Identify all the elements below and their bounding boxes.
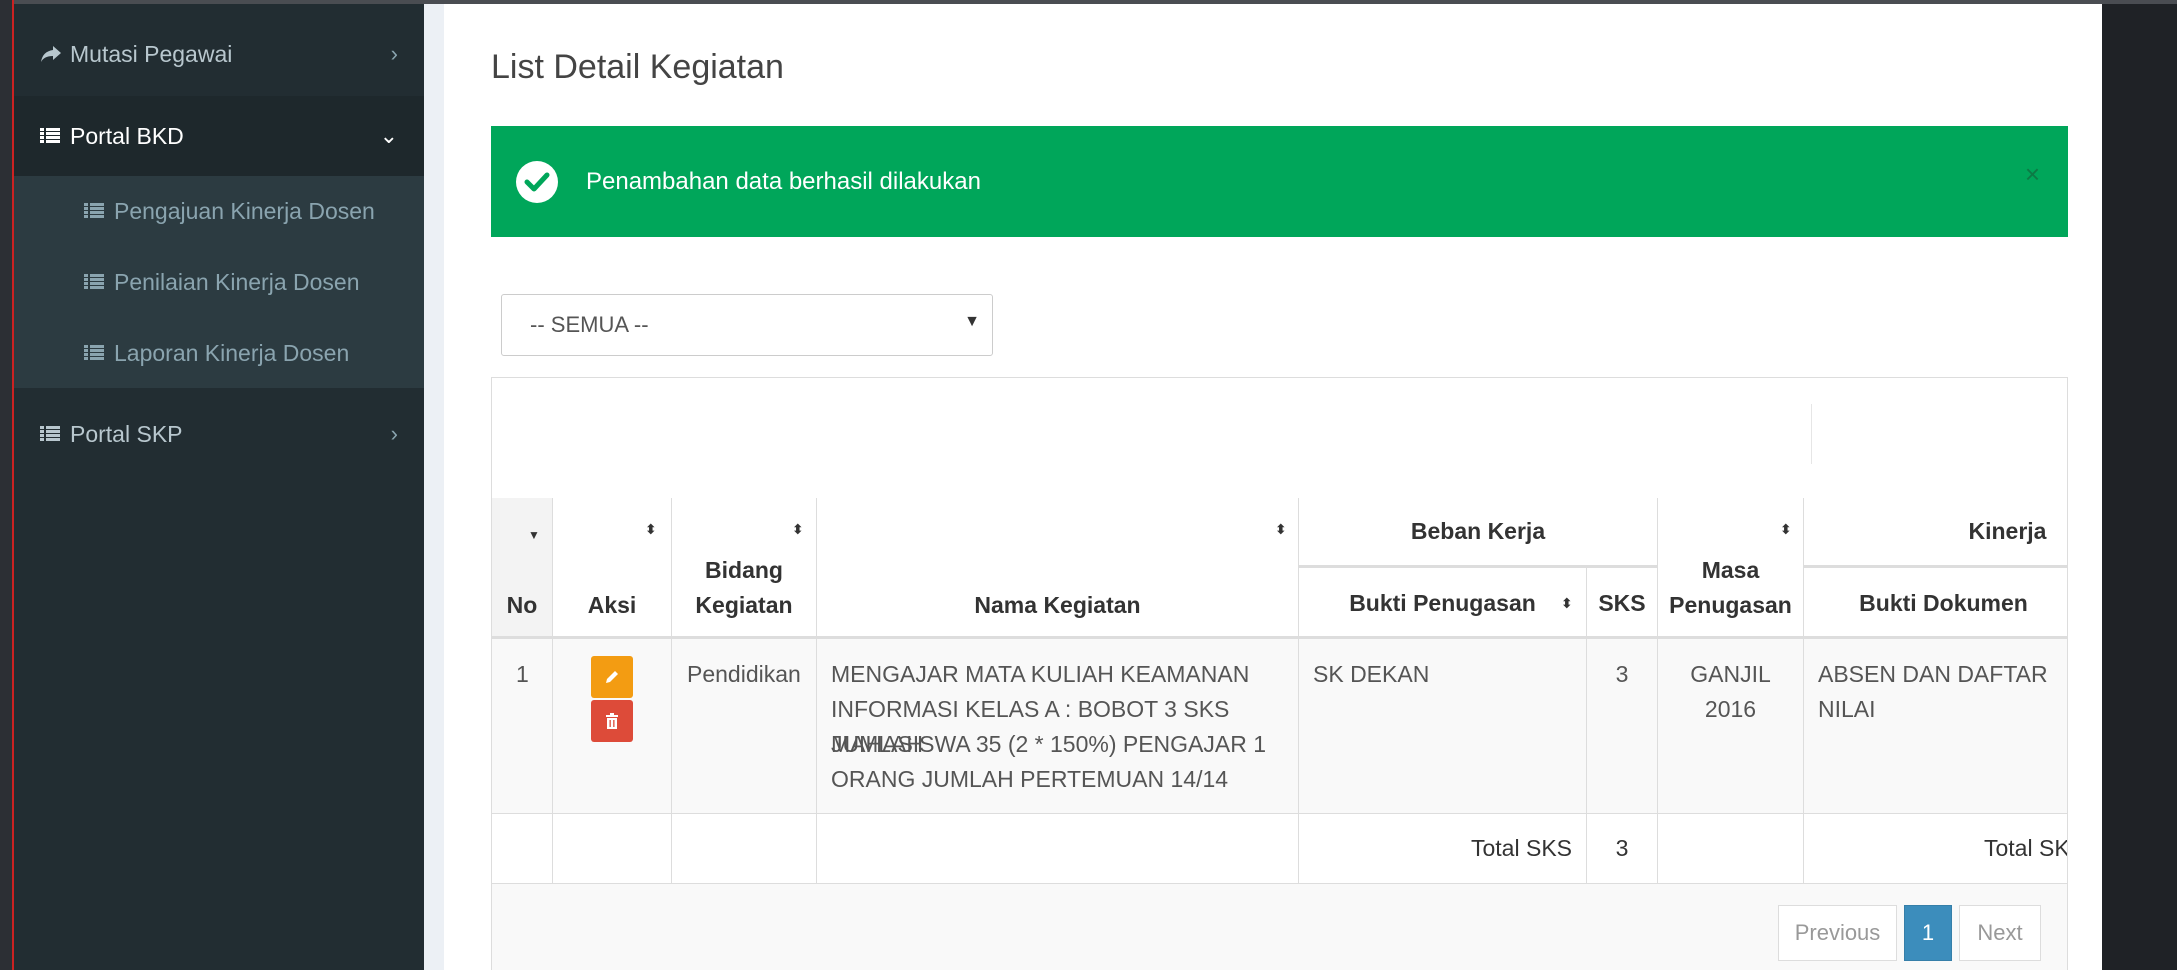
- success-alert: Penambahan data berhasil dilakukan ×: [491, 126, 2068, 237]
- table-cell-sks: 3: [1587, 639, 1658, 814]
- list-icon: [84, 203, 108, 219]
- column-header-bidang-kegiatan[interactable]: ⬍ Bidang Kegiatan: [672, 498, 817, 638]
- trash-icon: [606, 713, 618, 729]
- sort-icon: ⬍: [1780, 521, 1792, 537]
- table-cell-bukti-penugasan: SK DEKAN: [1299, 639, 1587, 814]
- table-footer-cell: [553, 814, 672, 884]
- caret-down-icon: ▼: [964, 313, 980, 330]
- sort-icon: ⬍: [645, 521, 657, 537]
- sidebar-subitem-label: Laporan Kinerja Dosen: [114, 339, 350, 366]
- alert-message: Penambahan data berhasil dilakukan: [586, 167, 981, 195]
- table-footer-total-label: Total SKS: [1299, 814, 1587, 884]
- table-cell-masa-penugasan: GANJIL 2016: [1658, 639, 1804, 814]
- sort-icon: ⬍: [1561, 595, 1573, 611]
- share-arrow-icon: [40, 45, 64, 63]
- table-footer-cell: [1658, 814, 1804, 884]
- alert-close-button[interactable]: ×: [2025, 126, 2040, 222]
- chevron-right-icon: ›: [390, 421, 398, 446]
- column-header-no[interactable]: ▼ No: [492, 498, 553, 638]
- column-header-nama-kegiatan[interactable]: ⬍ Nama Kegiatan: [817, 498, 1299, 638]
- sidebar-item-portal-skp[interactable]: Portal SKP ›: [14, 394, 424, 474]
- sidebar-item-label: Portal BKD: [70, 122, 184, 149]
- pagination-next-button[interactable]: Next: [1959, 905, 2041, 961]
- chevron-down-icon: ⌄: [379, 123, 398, 148]
- table-footer-total-label-kinerja: Total SKS: [1804, 814, 2067, 884]
- list-icon: [40, 128, 64, 144]
- check-circle-icon: [516, 161, 558, 203]
- table-cell-bidang: Pendidikan: [672, 639, 817, 814]
- sidebar-item-mutasi-pegawai[interactable]: Mutasi Pegawai ›: [14, 14, 424, 94]
- table-footer-cell: [817, 814, 1299, 884]
- column-group-kinerja: Kinerja: [1804, 498, 2067, 566]
- column-group-beban-kerja: Beban Kerja: [1299, 498, 1658, 566]
- sidebar-subitem-label: Pengajuan Kinerja Dosen: [114, 197, 375, 224]
- sort-desc-icon: ▼: [528, 528, 540, 542]
- column-header-bukti-penugasan[interactable]: Bukti Penugasan ⬍: [1299, 566, 1587, 638]
- list-icon: [84, 345, 108, 361]
- sidebar-item-label: Mutasi Pegawai: [70, 40, 233, 67]
- pagination-page-1[interactable]: 1: [1904, 905, 1952, 961]
- edit-button[interactable]: [591, 656, 633, 698]
- delete-button[interactable]: [591, 700, 633, 742]
- table-footer-total-sks: 3: [1587, 814, 1658, 884]
- sidebar-submenu-portal-bkd: Pengajuan Kinerja Dosen Penilaian Kinerj…: [14, 176, 424, 388]
- list-icon: [84, 274, 108, 290]
- pencil-icon: [606, 671, 618, 683]
- table-toolbar-divider: [1811, 404, 1812, 464]
- window-frame-left: [0, 0, 14, 970]
- table-cell-aksi: [553, 639, 672, 814]
- sidebar-item-label: Portal SKP: [70, 420, 183, 447]
- sidebar-subitem-laporan-kinerja-dosen[interactable]: Laporan Kinerja Dosen: [14, 318, 424, 388]
- table-footer-cell: [492, 814, 553, 884]
- filter-select[interactable]: -- SEMUA -- ▼: [501, 294, 993, 356]
- column-header-bukti-dokumen[interactable]: Bukti Dokumen: [1804, 566, 2067, 638]
- list-icon: [40, 426, 64, 442]
- window-frame-right: [2102, 4, 2177, 970]
- sidebar-subitem-penilaian-kinerja-dosen[interactable]: Penilaian Kinerja Dosen: [14, 247, 424, 317]
- column-header-masa-penugasan[interactable]: ⬍ Masa Penugasan: [1658, 498, 1804, 638]
- sort-icon: ⬍: [1275, 521, 1287, 537]
- table-footer-cell: [672, 814, 817, 884]
- column-header-sks[interactable]: SKS: [1587, 566, 1658, 638]
- sidebar-subitem-label: Penilaian Kinerja Dosen: [114, 268, 360, 295]
- sort-icon: ⬍: [792, 521, 804, 537]
- table-cell-bukti-dokumen: ABSEN DAN DAFTAR NILAI: [1804, 639, 2067, 814]
- table-cell-nama-kegiatan: MENGAJAR MATA KULIAH KEAMANAN INFORMASI …: [817, 639, 1299, 814]
- filter-select-value: -- SEMUA --: [530, 312, 649, 337]
- sidebar: Mutasi Pegawai › Portal BKD ⌄ Pengajuan …: [14, 4, 424, 970]
- sidebar-item-portal-bkd[interactable]: Portal BKD ⌄: [14, 96, 424, 176]
- page-title: List Detail Kegiatan: [491, 48, 784, 86]
- column-header-aksi[interactable]: ⬍ Aksi: [553, 498, 672, 638]
- sidebar-subitem-pengajuan-kinerja-dosen[interactable]: Pengajuan Kinerja Dosen: [14, 176, 424, 246]
- table-cell-no: 1: [492, 639, 553, 814]
- chevron-right-icon: ›: [390, 41, 398, 66]
- pagination-previous-button[interactable]: Previous: [1778, 905, 1897, 961]
